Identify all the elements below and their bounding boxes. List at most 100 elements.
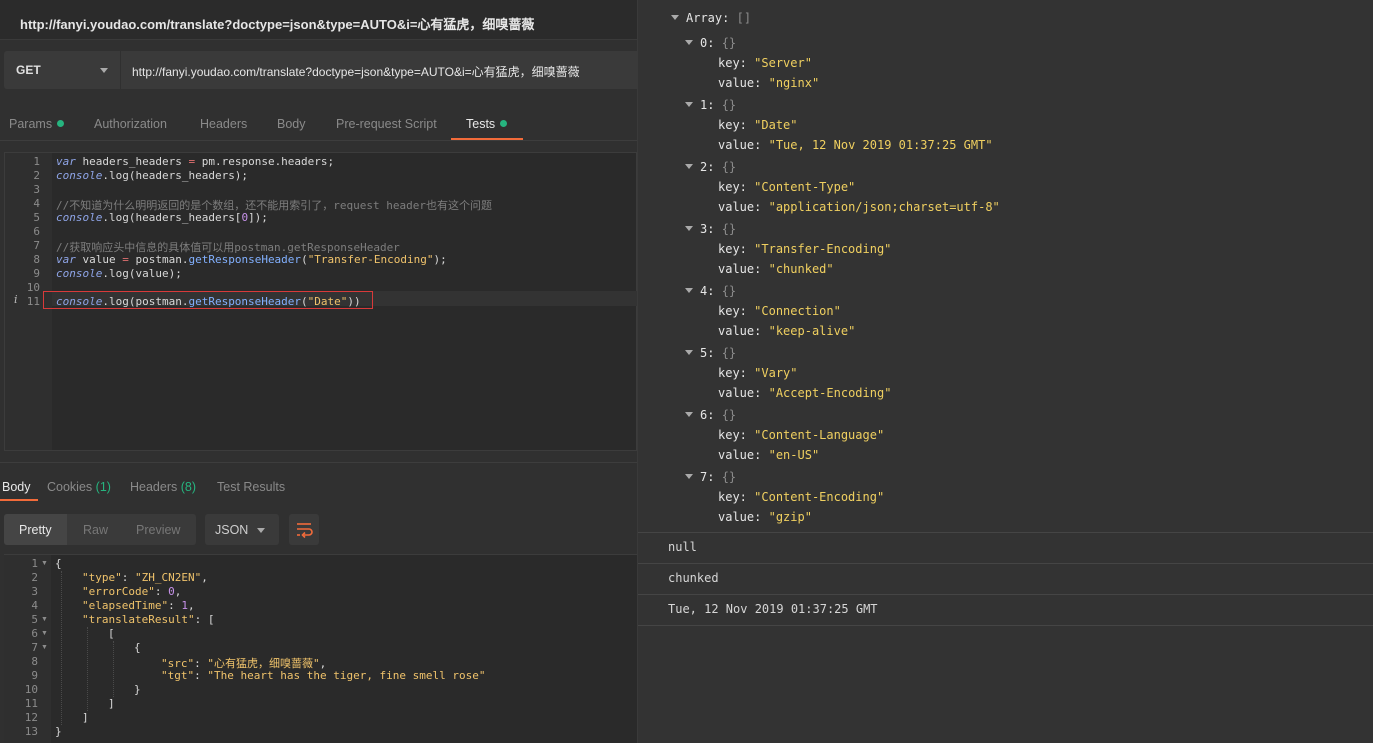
line-number: 11 xyxy=(24,697,38,710)
tab-response-headers[interactable]: Headers (8) xyxy=(130,480,196,494)
array-item-key: key: "Transfer-Encoding" xyxy=(718,242,891,256)
wrap-lines-button[interactable] xyxy=(289,514,319,545)
expand-arrow-icon[interactable] xyxy=(685,350,693,355)
tab-params[interactable]: Params xyxy=(9,117,65,131)
tab-authorization[interactable]: Authorization xyxy=(94,117,167,131)
cookies-count-badge: (1) xyxy=(95,480,111,494)
chevron-down-icon xyxy=(100,68,108,73)
expand-arrow-icon[interactable] xyxy=(685,412,693,417)
console-log-null: null xyxy=(668,540,697,554)
value-label: value: xyxy=(718,324,762,338)
json-line: ] xyxy=(82,711,89,724)
expand-arrow-icon[interactable] xyxy=(685,226,693,231)
format-select[interactable]: JSON xyxy=(205,514,279,545)
line-number: 3 xyxy=(31,585,38,598)
fold-arrow-icon[interactable]: ▼ xyxy=(41,560,48,567)
value-value: "en-US" xyxy=(768,448,820,462)
headers-count-badge: (8) xyxy=(180,480,197,494)
tab-tests-label: Tests xyxy=(466,117,496,131)
tab-body[interactable]: Body xyxy=(277,117,306,131)
fold-arrow-icon[interactable]: ▼ xyxy=(41,630,48,637)
code-token: headers_headers xyxy=(75,155,189,168)
status-dot-icon xyxy=(57,120,65,127)
expand-arrow-icon[interactable] xyxy=(685,40,693,45)
pretty-button[interactable]: Pretty xyxy=(19,523,52,537)
fold-arrow-icon[interactable]: ▼ xyxy=(41,644,48,651)
info-icon[interactable]: i xyxy=(14,293,18,306)
response-gutter: 1 ▼ 2 3 4 5 ▼ 6 ▼ 7 ▼ 8 9 10 11 12 13 xyxy=(4,555,51,743)
line-number: 6 xyxy=(31,627,38,640)
object-brace: {} xyxy=(721,36,737,50)
line-number: 4 xyxy=(33,197,40,210)
line-number: 1 xyxy=(31,557,38,570)
line-number: 10 xyxy=(24,683,38,696)
json-line: "tgt": "The heart has the tiger, fine sm… xyxy=(161,669,486,682)
array-item-value: value: "gzip" xyxy=(718,510,812,524)
tab-response-body[interactable]: Body xyxy=(2,480,31,494)
value-label: value: xyxy=(718,200,762,214)
line-number: 1 xyxy=(33,155,40,168)
tab-tests[interactable]: Tests xyxy=(466,117,508,131)
array-item-key: key: "Content-Encoding" xyxy=(718,490,884,504)
key-value: "Content-Encoding" xyxy=(754,490,885,504)
console-log-date: Tue, 12 Nov 2019 01:37:25 GMT xyxy=(668,602,878,616)
expand-arrow-icon[interactable] xyxy=(685,288,693,293)
http-method-label: GET xyxy=(16,63,41,77)
value-value: "Tue, 12 Nov 2019 01:37:25 GMT" xyxy=(768,138,993,152)
line-number: 2 xyxy=(33,169,40,182)
key-label: key: xyxy=(718,304,747,318)
response-body-viewer[interactable]: 1 ▼ 2 3 4 5 ▼ 6 ▼ 7 ▼ 8 9 10 11 12 13 { "typ… xyxy=(4,554,637,743)
expand-arrow-icon[interactable] xyxy=(685,474,693,479)
array-item-header: 6: {} xyxy=(700,408,736,422)
code-line-9: console.log(value); xyxy=(56,267,182,280)
value-label: value: xyxy=(718,448,762,462)
code-token: ]); xyxy=(248,211,268,224)
wrap-lines-icon xyxy=(297,523,313,539)
array-item-key: key: "Connection" xyxy=(718,304,841,318)
code-token: console xyxy=(56,169,103,182)
expand-arrow-icon[interactable] xyxy=(685,164,693,169)
request-tab-title[interactable]: http://fanyi.youdao.com/translate?doctyp… xyxy=(0,0,637,40)
active-tab-underline xyxy=(0,499,38,501)
http-method-select[interactable]: GET xyxy=(4,51,120,89)
array-index: 2: xyxy=(700,160,715,174)
tab-cookies-label: Cookies xyxy=(47,480,93,494)
indent-guide xyxy=(87,627,88,711)
array-index: 4: xyxy=(700,284,715,298)
code-line-5: console.log(headers_headers[0]); xyxy=(56,211,268,224)
fold-arrow-icon[interactable]: ▼ xyxy=(41,616,48,623)
tab-headers[interactable]: Headers xyxy=(200,117,247,131)
json-key: "translateResult" xyxy=(82,613,195,626)
line-number: 3 xyxy=(33,183,40,196)
json-value: 0 xyxy=(168,585,175,598)
code-token: pm.response.headers; xyxy=(195,155,335,168)
code-token: .log(headers_headers[ xyxy=(102,211,242,224)
tab-cookies[interactable]: Cookies (1) xyxy=(47,480,111,494)
line-number: 10 xyxy=(26,281,40,294)
tests-code-editor[interactable]: 1 2 3 4 5 6 7 8 9 10 11 i var headers_he… xyxy=(4,152,637,451)
json-line: } xyxy=(134,683,141,696)
code-line-2: console.log(headers_headers); xyxy=(56,169,248,182)
expand-arrow-icon[interactable] xyxy=(671,15,679,20)
highlight-box xyxy=(43,291,373,309)
json-key: "tgt" xyxy=(161,669,195,682)
raw-button[interactable]: Raw xyxy=(83,523,108,537)
chevron-down-icon xyxy=(257,528,265,533)
array-item-key: key: "Content-Type" xyxy=(718,180,855,194)
value-label: value: xyxy=(718,510,762,524)
url-input[interactable]: http://fanyi.youdao.com/translate?doctyp… xyxy=(121,51,637,89)
tab-test-results[interactable]: Test Results xyxy=(217,480,285,494)
request-tab-title-text: http://fanyi.youdao.com/translate?doctyp… xyxy=(20,17,535,32)
request-tabs: Params Authorization Headers Body Pre-re… xyxy=(0,106,637,141)
line-number: 8 xyxy=(31,655,38,668)
tab-pre-request-script[interactable]: Pre-request Script xyxy=(336,117,437,131)
array-item-value: value: "keep-alive" xyxy=(718,324,855,338)
expand-arrow-icon[interactable] xyxy=(685,102,693,107)
array-index: 1: xyxy=(700,98,715,112)
object-brace: {} xyxy=(721,346,737,360)
line-number: 13 xyxy=(24,725,38,738)
tab-headers-label: Headers xyxy=(130,480,178,494)
code-token: console xyxy=(56,267,103,280)
preview-button[interactable]: Preview xyxy=(136,523,180,537)
code-token: console xyxy=(56,211,103,224)
